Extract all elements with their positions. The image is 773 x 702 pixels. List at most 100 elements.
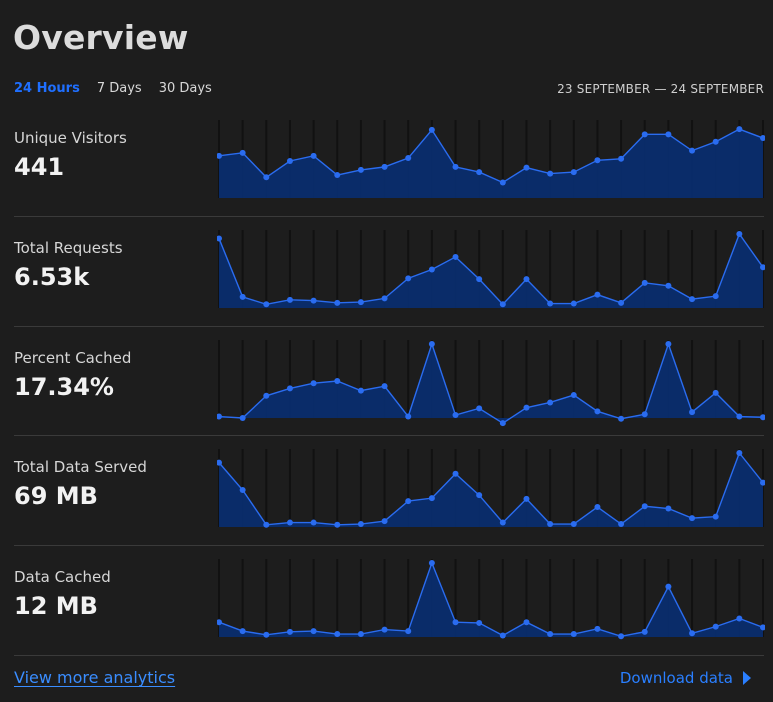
data-point[interactable] <box>641 503 648 510</box>
data-point[interactable] <box>381 626 388 633</box>
data-point[interactable] <box>476 492 483 499</box>
tab-24-hours[interactable]: 24 Hours <box>14 81 80 96</box>
data-point[interactable] <box>286 519 293 526</box>
data-point[interactable] <box>594 408 601 415</box>
data-point[interactable] <box>405 628 412 635</box>
data-point[interactable] <box>217 413 222 420</box>
data-point[interactable] <box>594 504 601 511</box>
data-point[interactable] <box>641 131 648 138</box>
data-point[interactable] <box>357 387 364 394</box>
data-point[interactable] <box>547 170 554 177</box>
data-point[interactable] <box>476 405 483 412</box>
data-point[interactable] <box>499 632 506 639</box>
data-point[interactable] <box>689 630 696 637</box>
data-point[interactable] <box>263 631 270 638</box>
data-point[interactable] <box>381 518 388 525</box>
data-point[interactable] <box>476 169 483 176</box>
data-point[interactable] <box>712 293 719 300</box>
data-point[interactable] <box>381 295 388 302</box>
data-point[interactable] <box>736 231 743 237</box>
data-point[interactable] <box>381 383 388 390</box>
data-point[interactable] <box>547 300 554 307</box>
data-point[interactable] <box>357 631 364 638</box>
data-point[interactable] <box>689 515 696 522</box>
data-point[interactable] <box>641 628 648 635</box>
data-point[interactable] <box>618 415 625 422</box>
data-point[interactable] <box>476 619 483 626</box>
data-point[interactable] <box>452 470 459 477</box>
data-point[interactable] <box>736 413 743 420</box>
data-point[interactable] <box>760 414 765 421</box>
data-point[interactable] <box>239 149 246 156</box>
data-point[interactable] <box>428 560 435 566</box>
data-point[interactable] <box>310 628 317 635</box>
data-point[interactable] <box>286 628 293 635</box>
data-point[interactable] <box>570 300 577 307</box>
data-point[interactable] <box>618 155 625 162</box>
data-point[interactable] <box>689 296 696 303</box>
data-point[interactable] <box>570 631 577 638</box>
data-point[interactable] <box>239 293 246 300</box>
data-point[interactable] <box>310 380 317 387</box>
data-point[interactable] <box>523 404 530 411</box>
data-point[interactable] <box>334 299 341 306</box>
data-point[interactable] <box>263 174 270 181</box>
data-point[interactable] <box>334 631 341 638</box>
data-point[interactable] <box>736 450 743 456</box>
data-point[interactable] <box>618 299 625 306</box>
data-point[interactable] <box>570 521 577 528</box>
data-point[interactable] <box>736 615 743 622</box>
data-point[interactable] <box>523 619 530 626</box>
data-point[interactable] <box>712 513 719 520</box>
data-point[interactable] <box>499 301 506 308</box>
data-point[interactable] <box>286 385 293 392</box>
data-point[interactable] <box>286 296 293 303</box>
data-point[interactable] <box>405 498 412 505</box>
data-point[interactable] <box>665 583 672 590</box>
data-point[interactable] <box>665 282 672 289</box>
data-point[interactable] <box>618 521 625 528</box>
data-point[interactable] <box>310 152 317 159</box>
data-point[interactable] <box>499 179 506 186</box>
data-point[interactable] <box>357 166 364 173</box>
data-point[interactable] <box>334 378 341 384</box>
data-point[interactable] <box>428 341 435 347</box>
data-point[interactable] <box>357 521 364 528</box>
data-point[interactable] <box>452 619 459 626</box>
data-point[interactable] <box>476 276 483 283</box>
data-point[interactable] <box>452 412 459 419</box>
data-point[interactable] <box>263 392 270 399</box>
data-point[interactable] <box>286 158 293 164</box>
data-point[interactable] <box>547 631 554 638</box>
data-point[interactable] <box>239 487 246 493</box>
data-point[interactable] <box>310 519 317 526</box>
data-point[interactable] <box>665 131 672 138</box>
data-point[interactable] <box>217 235 222 242</box>
download-data-button[interactable]: Download data <box>620 669 751 687</box>
data-point[interactable] <box>428 126 435 133</box>
data-point[interactable] <box>665 505 672 512</box>
data-point[interactable] <box>547 521 554 528</box>
data-point[interactable] <box>712 389 719 396</box>
data-point[interactable] <box>641 411 648 418</box>
data-point[interactable] <box>594 625 601 632</box>
data-point[interactable] <box>523 495 530 502</box>
data-point[interactable] <box>736 126 743 133</box>
data-point[interactable] <box>618 633 625 640</box>
data-point[interactable] <box>405 155 412 162</box>
data-point[interactable] <box>594 291 601 298</box>
data-point[interactable] <box>239 628 246 635</box>
data-point[interactable] <box>334 172 341 179</box>
data-point[interactable] <box>381 163 388 170</box>
data-point[interactable] <box>357 299 364 306</box>
data-point[interactable] <box>499 420 506 427</box>
data-point[interactable] <box>712 138 719 145</box>
tab-7-days[interactable]: 7 Days <box>97 81 142 96</box>
data-point[interactable] <box>499 519 506 526</box>
data-point[interactable] <box>594 157 601 164</box>
data-point[interactable] <box>428 495 435 502</box>
tab-30-days[interactable]: 30 Days <box>159 81 212 96</box>
data-point[interactable] <box>570 392 577 399</box>
data-point[interactable] <box>689 147 696 154</box>
data-point[interactable] <box>405 275 412 282</box>
